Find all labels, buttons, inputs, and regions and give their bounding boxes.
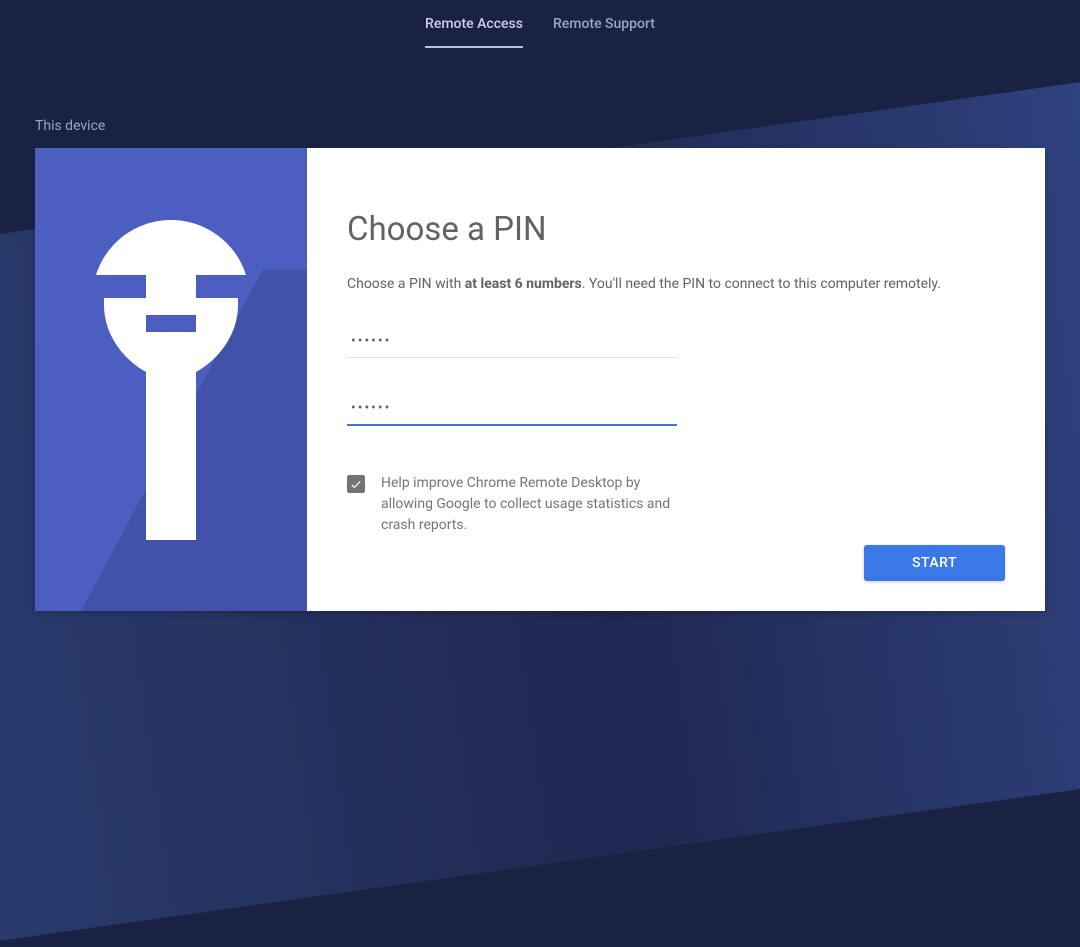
start-button[interactable]: START	[864, 545, 1005, 581]
usage-stats-checkbox-row: Help improve Chrome Remote Desktop by al…	[347, 473, 1005, 536]
section-label-this-device: This device	[0, 48, 1080, 148]
card-description: Choose a PIN with at least 6 numbers. Yo…	[347, 275, 1005, 295]
checkmark-icon	[349, 477, 363, 491]
pin-input[interactable]	[347, 325, 677, 358]
usage-stats-checkbox[interactable]	[347, 475, 365, 493]
usage-stats-label: Help improve Chrome Remote Desktop by al…	[381, 473, 681, 536]
desc-strong: at least 6 numbers	[465, 276, 582, 292]
card-title: Choose a PIN	[347, 210, 1005, 249]
card-content: Choose a PIN Choose a PIN with at least …	[307, 148, 1045, 611]
card-illustration-panel	[35, 148, 307, 611]
card-actions: START	[347, 545, 1005, 581]
tab-remote-support[interactable]: Remote Support	[553, 16, 655, 48]
tabs-nav: Remote Access Remote Support	[0, 0, 1080, 48]
desc-prefix: Choose a PIN with	[347, 276, 465, 292]
tab-remote-access[interactable]: Remote Access	[425, 16, 523, 48]
desc-suffix: . You'll need the PIN to connect to this…	[582, 276, 941, 292]
pin-confirm-input[interactable]	[347, 392, 677, 426]
setup-card: Choose a PIN Choose a PIN with at least …	[35, 148, 1045, 611]
wrench-icon	[84, 220, 258, 540]
